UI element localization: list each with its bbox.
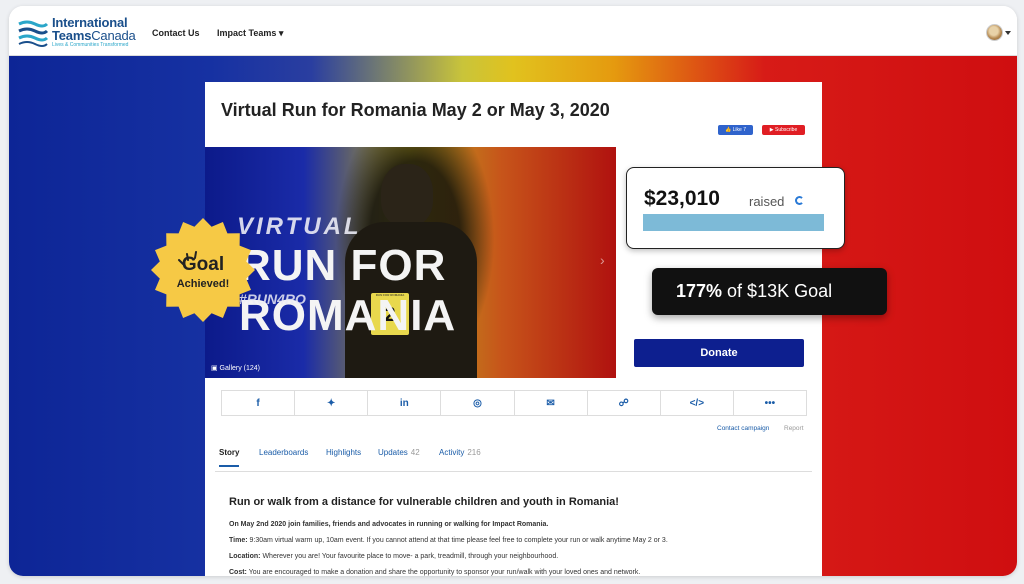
story-location: Location: Wherever you are! Your favouri… <box>229 553 559 560</box>
email-share-icon[interactable]: ✉ <box>515 391 588 415</box>
browser-frame: International TeamsCanada Lives & Commun… <box>9 6 1017 576</box>
tab-story[interactable]: Story <box>219 448 240 467</box>
link-share-icon[interactable]: ☍ <box>588 391 661 415</box>
tab-activity[interactable]: Activity 216 <box>439 448 481 457</box>
tab-highlights[interactable]: Highlights <box>326 448 361 457</box>
messenger-share-icon[interactable]: ◎ <box>441 391 515 415</box>
embed-code-icon[interactable]: </> <box>661 391 734 415</box>
nav-impact-teams[interactable]: Impact Teams ▾ <box>217 28 283 39</box>
logo-waves-icon <box>17 16 49 48</box>
campaign-panel: Virtual Run for Romania May 2 or May 3, … <box>205 82 822 576</box>
story-cost: Cost: You are encouraged to make a donat… <box>229 569 641 576</box>
campaign-tabs: Story Leaderboards Highlights Updates 42 … <box>215 442 812 472</box>
goal-text: of $13K Goal <box>722 281 833 301</box>
linkedin-share-icon[interactable]: in <box>368 391 442 415</box>
story-intro: On May 2nd 2020 join families, friends a… <box>229 521 549 528</box>
avatar-chevron-down-icon[interactable] <box>1005 31 1011 35</box>
twitter-share-icon[interactable]: ✦ <box>295 391 369 415</box>
gallery-link[interactable]: ▣ Gallery (124) <box>211 364 260 372</box>
nav-contact-us[interactable]: Contact Us <box>152 28 200 38</box>
facebook-share-icon[interactable]: f <box>222 391 296 415</box>
chevron-right-icon[interactable]: › <box>600 252 605 268</box>
raised-label: raised <box>749 194 785 209</box>
share-bar: f ✦ in ◎ ✉ ☍ </> ••• <box>221 390 807 416</box>
report-link[interactable]: Report <box>784 425 804 432</box>
badge-goal-text: Goal <box>181 254 225 275</box>
contact-campaign-link[interactable]: Contact campaign <box>717 425 769 432</box>
hero-image[interactable]: 2 RUN FOR ROMANIA VIRTUAL RUN FOR ROMANI… <box>205 147 616 378</box>
user-avatar[interactable] <box>986 24 1003 41</box>
progress-bar <box>643 214 824 231</box>
donate-button[interactable]: Donate <box>634 339 804 367</box>
youtube-subscribe-button[interactable]: ▶ Subscribe <box>762 125 805 135</box>
runner-head <box>381 164 433 226</box>
goal-percent: 177% <box>676 281 723 301</box>
logo-line-2: TeamsCanada <box>52 28 136 43</box>
badge-achieved-text: Achieved! <box>176 278 230 290</box>
story-heading: Run or walk from a distance for vulnerab… <box>229 496 619 508</box>
tab-updates[interactable]: Updates 42 <box>378 448 420 457</box>
refresh-icon <box>795 196 804 205</box>
updates-count: 42 <box>410 448 420 457</box>
goal-achieved-badge: Goal Achieved! <box>149 216 257 324</box>
story-time: Time: 9:30am virtual warm up, 10am event… <box>229 537 668 544</box>
activity-count: 216 <box>467 448 481 457</box>
logo[interactable]: International TeamsCanada Lives & Commun… <box>17 16 136 50</box>
logo-tagline: Lives & Communities Transformed <box>52 42 129 48</box>
top-navigation: International TeamsCanada Lives & Commun… <box>9 6 1017 56</box>
campaign-title: Virtual Run for Romania May 2 or May 3, … <box>221 100 610 120</box>
raised-amount: $23,010 <box>644 187 720 210</box>
raised-card: $23,010 raised <box>626 167 845 249</box>
goal-card: 177% of $13K Goal <box>652 268 887 315</box>
tab-leaderboards[interactable]: Leaderboards <box>259 448 308 457</box>
logo-text: International TeamsCanada Lives & Commun… <box>52 16 136 48</box>
facebook-like-button[interactable]: 👍 Like 7 <box>718 125 753 135</box>
more-options-icon[interactable]: ••• <box>734 391 806 415</box>
